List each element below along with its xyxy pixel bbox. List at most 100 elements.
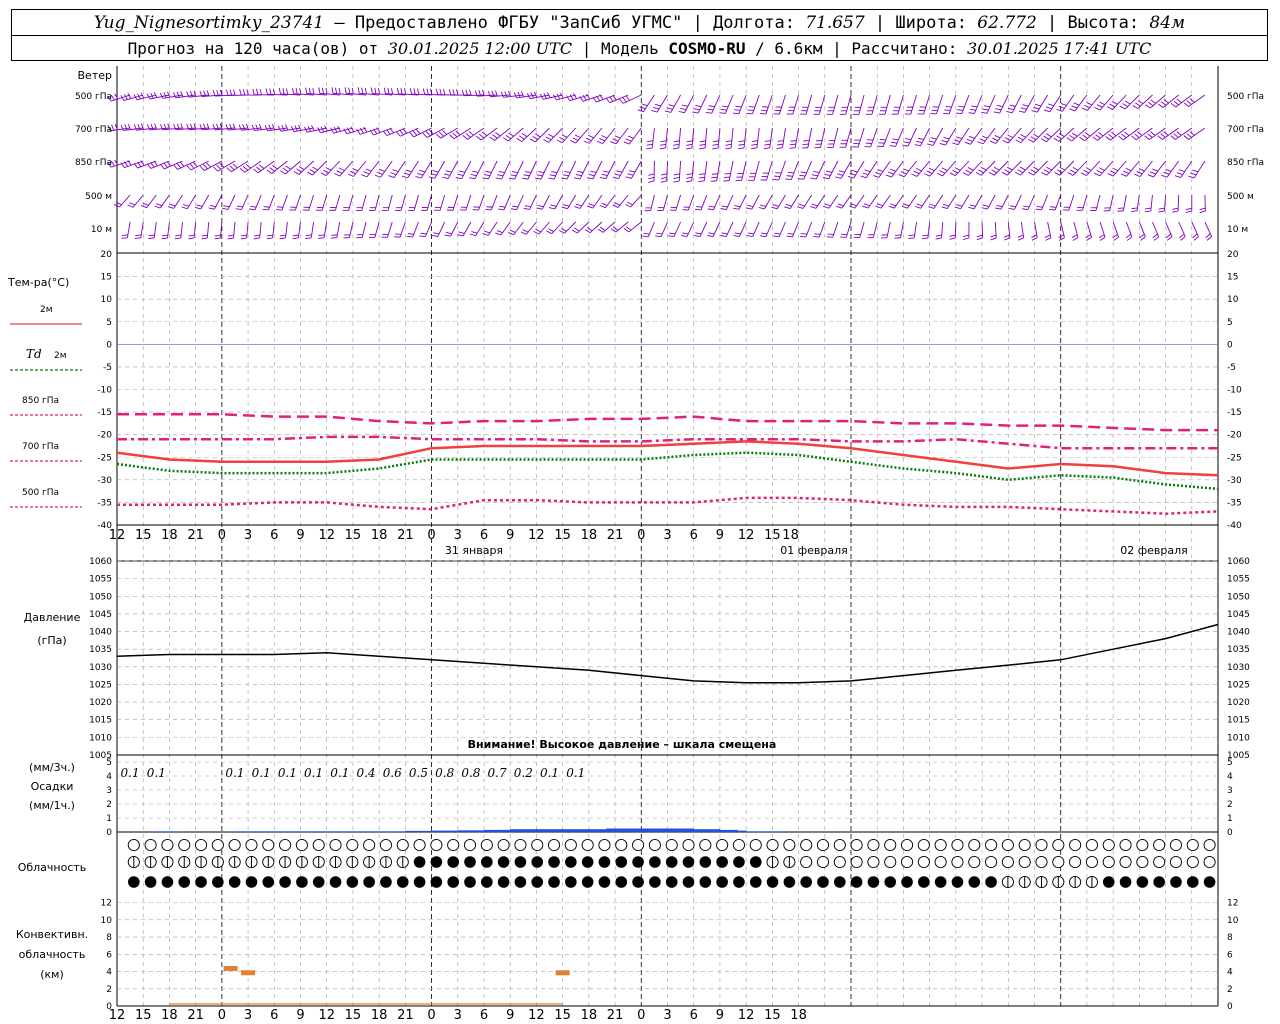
- wind-barb-flag: [348, 87, 351, 94]
- cloud-symbol: [279, 855, 292, 869]
- wind-barb-flag: [647, 140, 654, 143]
- wind-barb-flag: [1085, 132, 1091, 137]
- wind-barb-flag: [969, 108, 976, 111]
- cloud-clear: [985, 855, 998, 869]
- cloud-overcast: [867, 876, 880, 888]
- cloud-overcast: [430, 856, 443, 868]
- wind-barb-shaft: [910, 94, 917, 115]
- wind-barb-flag: [599, 205, 606, 209]
- cloud-symbol: [463, 838, 477, 852]
- wind-barb-shaft: [725, 194, 734, 210]
- cloud-overcast: [800, 876, 812, 888]
- wind-barb: [962, 160, 983, 176]
- wind-barb: [733, 221, 747, 237]
- wind-barb-flag: [618, 98, 624, 104]
- pressure-warning: Внимание! Высокое давление – шкала смеще…: [468, 738, 777, 751]
- wind-barb-shaft: [713, 194, 721, 210]
- wind-barb-shaft: [647, 221, 655, 237]
- wind-barb: [523, 194, 537, 210]
- conv-sub: облачность: [19, 948, 86, 961]
- wind-barb-flag: [849, 205, 856, 209]
- wind-barb-flag: [135, 234, 142, 237]
- temp-ytick-left: -30: [97, 476, 112, 486]
- cloud-symbol: [1203, 876, 1216, 888]
- wind-barb-flag: [1033, 166, 1039, 171]
- wind-barb: [574, 160, 590, 180]
- x-tick-bottom: 3: [244, 1008, 252, 1023]
- x-tick-top: 15: [345, 528, 362, 543]
- cloud-clear: [1102, 855, 1115, 869]
- wind-barb-shaft: [503, 194, 511, 210]
- wind-barb-flag: [991, 169, 998, 174]
- wind-barb-flag: [962, 237, 970, 240]
- wind-barb-flag: [971, 105, 978, 108]
- wind-barb-flag: [763, 147, 770, 150]
- wind-barb: [1003, 221, 1011, 241]
- cloud-clear: [783, 838, 796, 852]
- cloud-clear: [1085, 838, 1098, 852]
- cloud-clear: [1052, 838, 1065, 852]
- precip-bar: [588, 829, 598, 832]
- wind-barb: [1125, 221, 1133, 241]
- wind-barb-flag: [469, 177, 476, 180]
- wind-barb-shaft: [540, 160, 550, 180]
- wind-barb: [924, 160, 944, 177]
- wind-barb-flag: [482, 233, 489, 236]
- wind-barb-flag: [711, 173, 718, 175]
- wind-barb-flag: [976, 237, 983, 241]
- precip-bar: [370, 831, 380, 832]
- wind-barb-flag: [599, 226, 606, 231]
- temp-ytick-left: -20: [97, 431, 112, 441]
- wind-barb: [1199, 194, 1206, 214]
- wind-barb: [995, 194, 1009, 210]
- wind-barb-flag: [1107, 173, 1114, 177]
- precip-bar: [440, 830, 450, 832]
- cloud-symbol: [497, 856, 510, 868]
- wind-barb-flag: [746, 235, 753, 238]
- wind-barb-flag: [305, 237, 312, 239]
- wind-barb-shaft: [832, 127, 839, 148]
- cloud-overcast: [1119, 876, 1132, 888]
- cloud-symbol: [1102, 876, 1115, 888]
- wind-barb-flag: [954, 167, 961, 171]
- wind-barb: [867, 221, 878, 239]
- wind-barb: [865, 94, 878, 115]
- precip-bar: [693, 829, 703, 832]
- wind-barb-shaft: [1152, 221, 1160, 237]
- cloud-symbol: [514, 876, 527, 888]
- wind-barb: [625, 160, 642, 179]
- wind-barb-flag: [520, 231, 527, 235]
- cloud-symbol: [127, 855, 140, 869]
- td-label-suffix: 2м: [54, 351, 67, 361]
- conv-ytick-left: 8: [106, 933, 112, 943]
- cloud-symbol: [1169, 838, 1183, 852]
- wind-barb: [902, 127, 917, 147]
- wind-barb-shaft: [426, 127, 445, 138]
- wind-barb: [208, 194, 223, 210]
- wind-barb-flag: [1056, 108, 1063, 112]
- cloud-symbol: [934, 876, 947, 888]
- wind-barb-shaft: [186, 194, 197, 209]
- wind-barb-flag: [443, 173, 451, 176]
- wind-barb-flag: [351, 87, 354, 94]
- wind-barb-flag: [1134, 173, 1141, 178]
- wind-barb-shaft: [173, 194, 183, 209]
- wind-barb-shaft: [1204, 221, 1213, 237]
- wind-barb-flag: [646, 147, 653, 150]
- wind-barb-flag: [1044, 234, 1051, 238]
- wind-barb: [889, 127, 904, 147]
- wind-barb-flag: [1121, 133, 1127, 139]
- wind-barb-shaft: [751, 194, 760, 210]
- cloud-symbol: [1153, 876, 1165, 888]
- wind-barb-flag: [799, 174, 806, 177]
- wind-barb: [469, 160, 485, 180]
- temp-ytick-right: -20: [1227, 431, 1242, 441]
- x-tick-top: 3: [663, 528, 671, 543]
- wind-barb-flag: [941, 167, 948, 171]
- wind-barb-flag: [681, 104, 688, 107]
- wind-barb-flag: [298, 166, 305, 171]
- cloud-symbol: [279, 838, 292, 852]
- wind-barb-shaft: [588, 127, 603, 144]
- wind-barb: [917, 94, 931, 115]
- press-ytick-right: 1060: [1227, 557, 1250, 567]
